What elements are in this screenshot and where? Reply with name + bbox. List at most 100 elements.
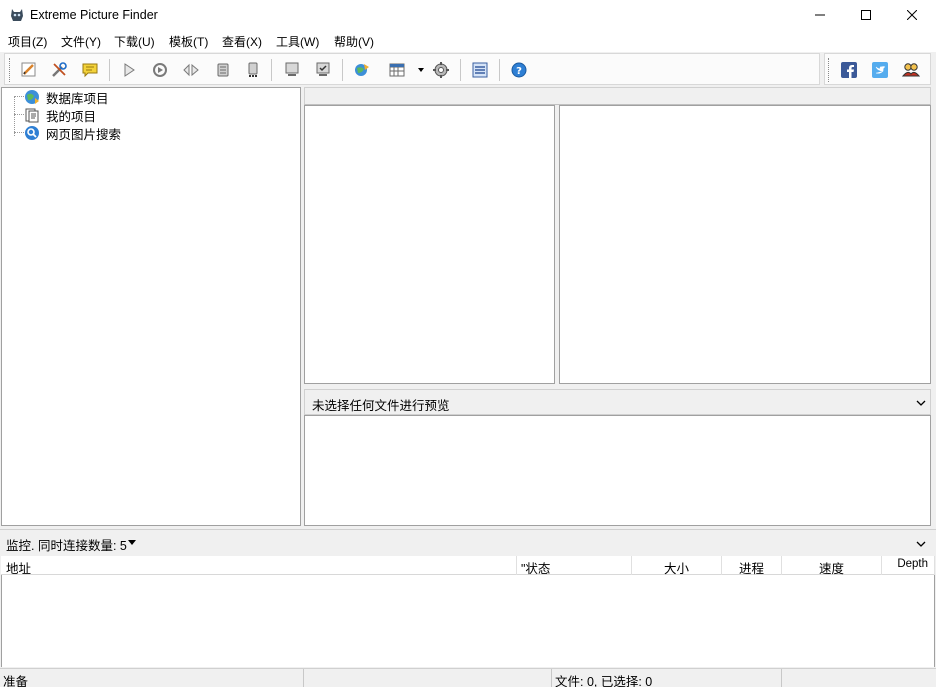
title-bar: Extreme Picture Finder <box>0 0 936 30</box>
tree-item-label: 数据库项目 <box>46 91 109 106</box>
toolbar-separator <box>109 59 110 81</box>
tree-item-label: 网页图片搜索 <box>46 127 122 142</box>
grid-view-dropdown[interactable] <box>410 59 432 81</box>
toolbar-grip[interactable] <box>9 58 12 82</box>
refresh-button[interactable] <box>149 59 171 81</box>
column-status[interactable]: "状态 <box>517 556 632 576</box>
stop-icon <box>217 63 229 77</box>
main-toolbar: ? <box>4 53 820 85</box>
menu-file[interactable]: 文件(Y) <box>61 33 101 50</box>
maximize-button[interactable] <box>843 0 889 30</box>
settings-icon <box>433 62 449 78</box>
new-project-icon <box>21 62 36 77</box>
column-size[interactable]: 大小 <box>632 556 722 576</box>
grid-view-icon <box>389 63 405 77</box>
download-list[interactable] <box>1 575 935 667</box>
chevron-down-icon <box>418 68 424 72</box>
status-bar: 准备 文件: 0, 已选择: 0 <box>0 668 936 687</box>
preview-label: 未选择任何文件进行预览 <box>312 399 450 413</box>
toolbar-separator <box>342 59 343 81</box>
column-address[interactable]: 地址 <box>1 556 517 576</box>
connections-dropdown[interactable] <box>128 540 136 545</box>
monitor-bar: 监控. 同时连接数量: 5 <box>0 529 936 555</box>
twitter-button[interactable] <box>869 59 891 81</box>
help-icon: ? <box>511 62 527 78</box>
start-icon <box>124 63 135 77</box>
tree-item-my-projects[interactable]: 我的项目 <box>24 106 96 124</box>
menu-template[interactable]: 模板(T) <box>169 33 208 50</box>
window-title: Extreme Picture Finder <box>30 8 158 22</box>
monitor-check-icon <box>316 62 330 76</box>
toolbar-grip[interactable] <box>828 58 831 82</box>
tree-item-database-projects[interactable]: 数据库项目 <box>24 88 109 106</box>
column-depth[interactable]: Depth <box>882 556 935 575</box>
project-tree: 数据库项目 我的项目 网页图片搜索 <box>1 87 301 526</box>
twitter-icon <box>872 62 888 78</box>
edit-project-icon <box>52 62 67 77</box>
facebook-button[interactable] <box>838 59 860 81</box>
tree-connector <box>14 132 24 133</box>
play-pause-icon <box>183 63 199 77</box>
menu-download[interactable]: 下载(U) <box>114 33 155 50</box>
thumbnails-icon <box>472 62 488 78</box>
minimize-button[interactable] <box>797 0 843 30</box>
menu-project[interactable]: 项目(Z) <box>8 33 47 50</box>
web-search-icon <box>24 125 40 141</box>
edit-project-button[interactable] <box>48 59 70 81</box>
status-ready: 准备 <box>0 669 304 687</box>
menu-tools[interactable]: 工具(W) <box>276 33 319 50</box>
grid-view-button[interactable] <box>386 59 408 81</box>
content-header <box>304 87 931 105</box>
close-button[interactable] <box>889 0 935 30</box>
files-pane[interactable] <box>559 105 931 384</box>
minimize-icon <box>815 14 825 16</box>
monitor-label: 监控. 同时连接数量: 5 <box>6 539 127 553</box>
menu-bar: 项目(Z) 文件(Y) 下载(U) 模板(T) 查看(X) 工具(W) 帮助(V… <box>0 30 936 52</box>
toolbar-separator <box>271 59 272 81</box>
monitor-button[interactable] <box>281 59 303 81</box>
chevron-down-icon <box>916 400 926 406</box>
database-globe-icon <box>24 89 40 105</box>
menu-view[interactable]: 查看(X) <box>222 33 262 50</box>
web-explore-button[interactable] <box>351 59 373 81</box>
preview-area <box>304 415 931 526</box>
facebook-icon <box>841 62 857 78</box>
status-empty <box>782 669 936 687</box>
monitor-check-button[interactable] <box>312 59 334 81</box>
status-empty <box>304 669 552 687</box>
start-button[interactable] <box>118 59 140 81</box>
svg-text:?: ? <box>516 66 522 77</box>
menu-help[interactable]: 帮助(V) <box>334 33 374 50</box>
column-progress[interactable]: 进程 <box>722 556 782 576</box>
play-pause-button[interactable] <box>180 59 202 81</box>
maximize-icon <box>861 10 871 20</box>
new-project-button[interactable] <box>18 59 40 81</box>
tree-connector <box>14 114 24 115</box>
toolbar-separator <box>460 59 461 81</box>
tree-item-label: 我的项目 <box>46 109 97 124</box>
my-projects-icon <box>24 107 40 123</box>
comment-icon <box>82 63 98 78</box>
community-icon <box>902 63 920 77</box>
community-button[interactable] <box>900 59 922 81</box>
status-file-count: 文件: 0, 已选择: 0 <box>552 669 782 687</box>
download-list-header: 地址 "状态 大小 进程 速度 Depth <box>1 556 935 576</box>
chevron-down-icon[interactable] <box>916 539 926 549</box>
thumbnails-button[interactable] <box>469 59 491 81</box>
stop-all-button[interactable] <box>242 59 264 81</box>
folders-pane[interactable] <box>304 105 555 384</box>
app-logo-icon <box>11 9 23 21</box>
web-explore-icon <box>355 64 369 76</box>
close-icon <box>907 10 917 20</box>
stop-all-icon <box>248 62 258 77</box>
stop-button[interactable] <box>212 59 234 81</box>
toolbar-separator <box>499 59 500 81</box>
refresh-icon <box>153 63 167 77</box>
comment-button[interactable] <box>79 59 101 81</box>
preview-selector[interactable]: 未选择任何文件进行预览 <box>304 389 931 415</box>
settings-button[interactable] <box>430 59 452 81</box>
column-speed[interactable]: 速度 <box>782 556 882 576</box>
help-button[interactable]: ? <box>508 59 530 81</box>
tree-connector <box>14 96 24 97</box>
tree-item-web-image-search[interactable]: 网页图片搜索 <box>24 124 121 142</box>
